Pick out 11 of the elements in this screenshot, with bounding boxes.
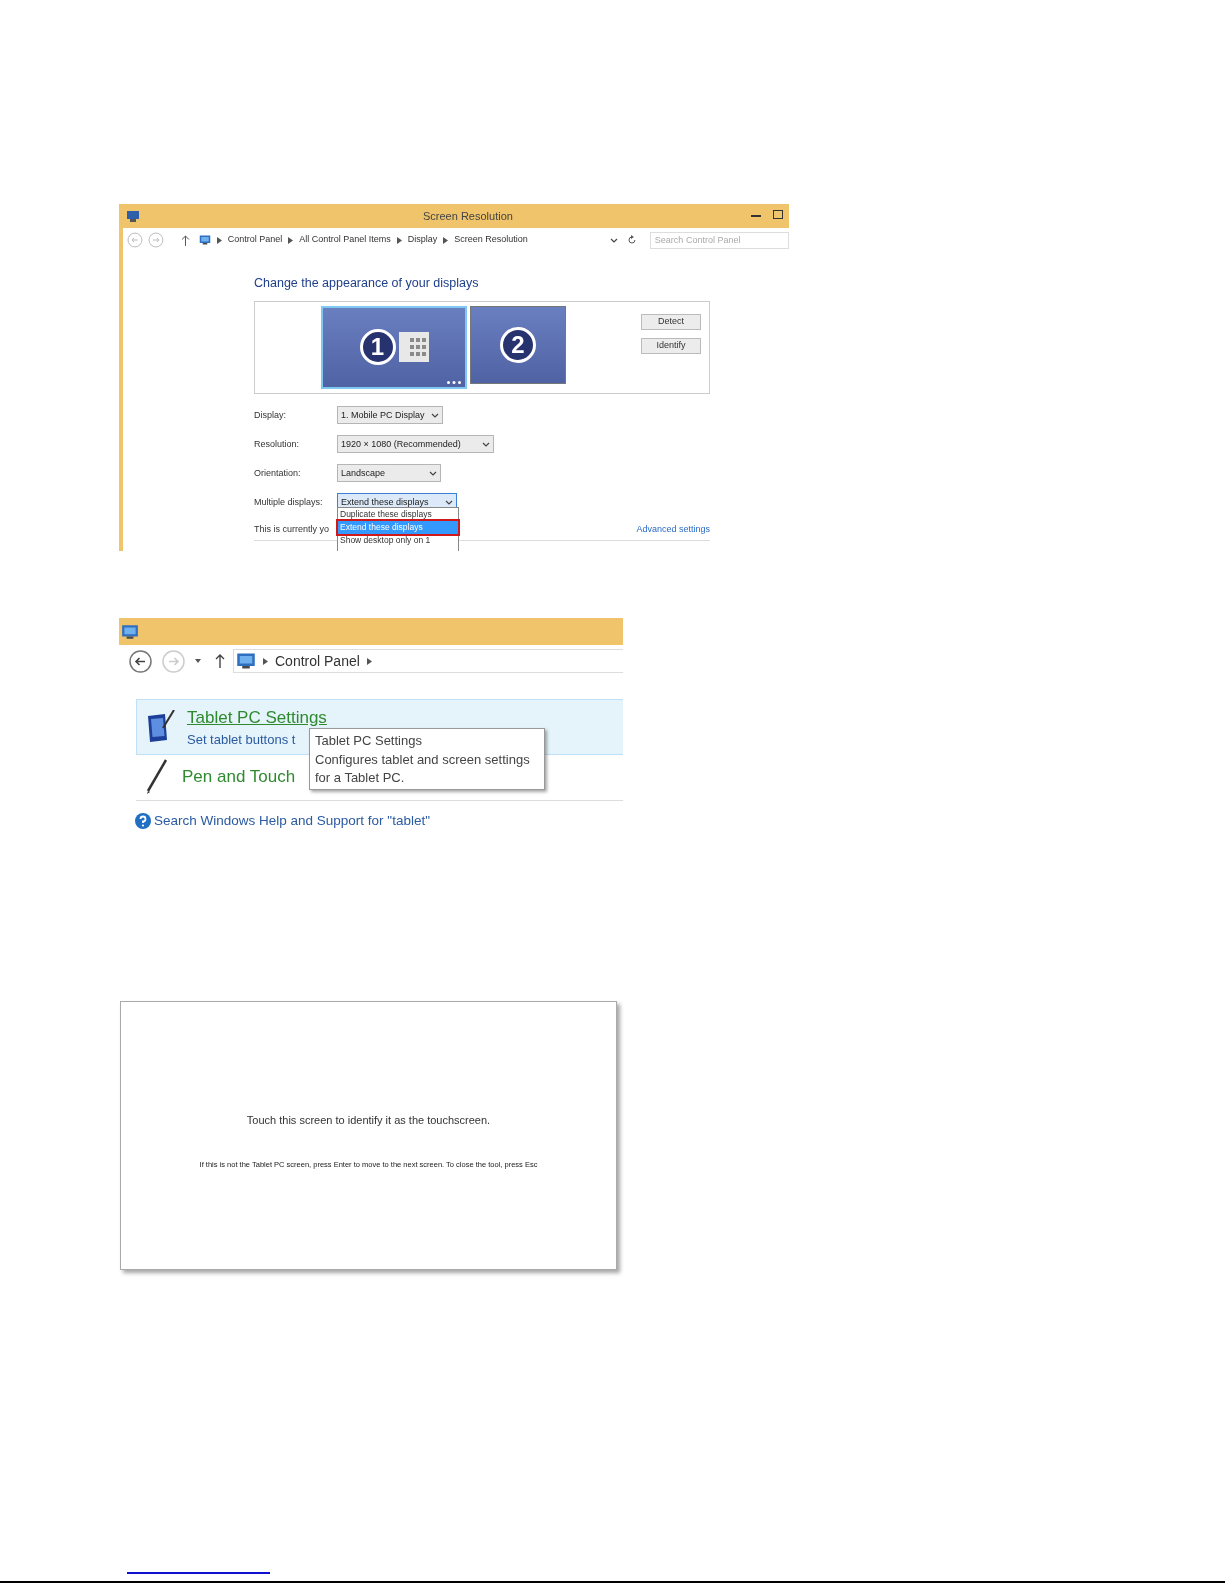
dialog-message: Touch this screen to identify it as the touchscreen. bbox=[246, 1113, 491, 1128]
section-heading: Change the appearance of your displays bbox=[254, 275, 480, 292]
field-label: Resolution: bbox=[254, 437, 301, 451]
field-label: Display: bbox=[254, 408, 287, 422]
tooltip-title: Tablet PC Settings bbox=[315, 732, 423, 750]
field-label: Multiple displays: bbox=[254, 495, 324, 509]
display-number: 1 bbox=[359, 329, 396, 366]
field-label: Orientation: bbox=[254, 466, 302, 480]
status-text: This is currently yo bbox=[254, 523, 330, 536]
window-title: Screen Resolution bbox=[423, 208, 513, 224]
display-number: 2 bbox=[500, 326, 536, 363]
